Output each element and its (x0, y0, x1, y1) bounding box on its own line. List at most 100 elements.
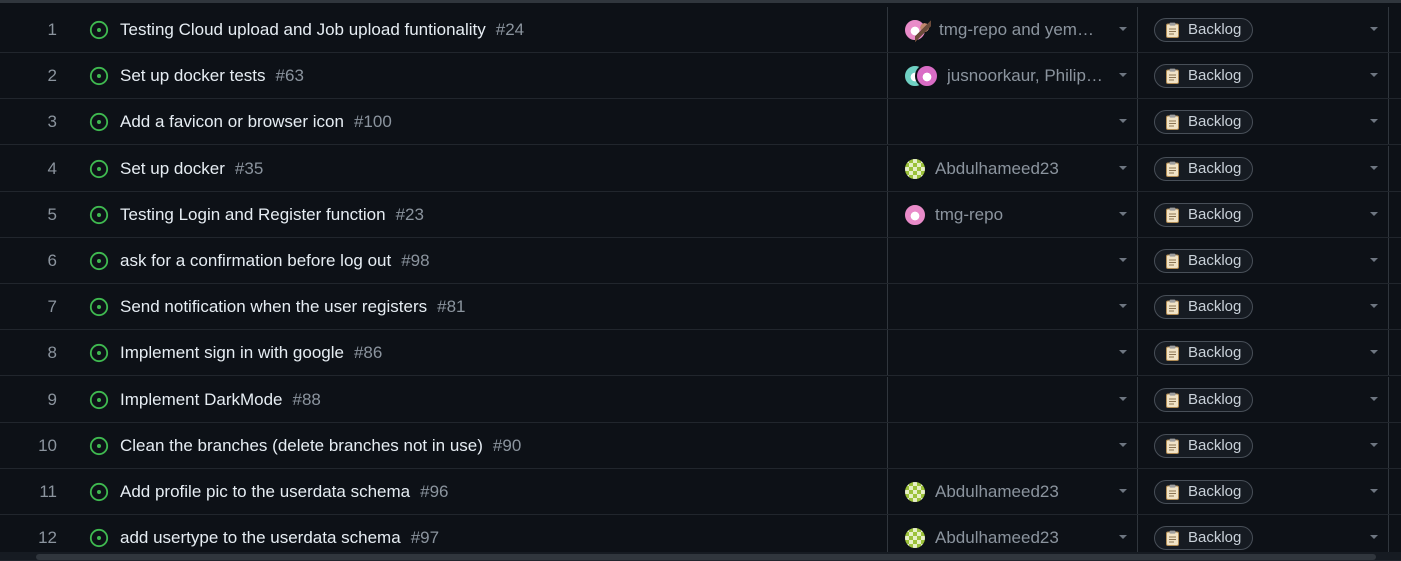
issue-title-link[interactable]: Implement sign in with google (120, 343, 344, 363)
status-badge[interactable]: Backlog (1154, 433, 1254, 458)
title-cell[interactable]: Send notification when the user register… (83, 284, 888, 329)
assignee-dropdown-caret-icon[interactable] (1119, 443, 1127, 447)
status-badge[interactable]: Backlog (1154, 479, 1254, 504)
assignees-cell[interactable] (889, 377, 1138, 422)
issue-title-link[interactable]: Clean the branches (delete branches not … (120, 436, 483, 456)
avatar (915, 17, 931, 42)
status-cell[interactable]: Backlog (1139, 53, 1389, 98)
issue-title-link[interactable]: Add profile pic to the userdata schema (120, 482, 410, 502)
table-row[interactable]: 3 Add a favicon or browser icon #100 Backlo… (0, 99, 1401, 145)
table-row[interactable]: 2 Set up docker tests #63 jusnoorkaur, Phil… (0, 53, 1401, 99)
status-cell[interactable]: Backlog (1139, 7, 1389, 52)
issue-title-link[interactable]: Implement DarkMode (120, 390, 283, 410)
table-row[interactable]: 8 Implement sign in with google #86 Backlog (0, 330, 1401, 376)
assignee-dropdown-caret-icon[interactable] (1119, 212, 1127, 216)
title-cell[interactable]: Implement sign in with google #86 (83, 330, 888, 375)
assignees-cell[interactable] (889, 99, 1138, 144)
status-badge[interactable]: Backlog (1154, 340, 1254, 365)
assignee-dropdown-caret-icon[interactable] (1119, 27, 1127, 31)
issue-title-link[interactable]: Set up docker (120, 159, 225, 179)
assignee-dropdown-caret-icon[interactable] (1119, 73, 1127, 77)
assignees-cell[interactable]: Abdulhameed23 (889, 469, 1138, 514)
title-cell[interactable]: Testing Cloud upload and Job upload funt… (83, 7, 888, 52)
status-badge[interactable]: Backlog (1154, 109, 1254, 134)
status-cell[interactable]: Backlog (1139, 330, 1389, 375)
assignees-cell[interactable]: jusnoorkaur, Philip… (889, 53, 1138, 98)
assignee-names: Abdulhameed23 (935, 158, 1059, 178)
assignees-cell[interactable] (889, 284, 1138, 329)
assignees-cell[interactable] (889, 238, 1138, 283)
assignee-dropdown-caret-icon[interactable] (1119, 166, 1127, 170)
issue-title-link[interactable]: Send notification when the user register… (120, 297, 427, 317)
assignee-dropdown-caret-icon[interactable] (1119, 350, 1127, 354)
assignee-dropdown-caret-icon[interactable] (1119, 304, 1127, 308)
status-dropdown-caret-icon[interactable] (1370, 73, 1378, 77)
clipboard-icon (1165, 345, 1180, 361)
status-cell[interactable]: Backlog (1139, 377, 1389, 422)
status-badge[interactable]: Backlog (1154, 63, 1254, 88)
status-dropdown-caret-icon[interactable] (1370, 350, 1378, 354)
issue-title-link[interactable]: Set up docker tests (120, 66, 266, 86)
status-dropdown-caret-icon[interactable] (1370, 304, 1378, 308)
table-row[interactable]: 10 Clean the branches (delete branches no… (0, 423, 1401, 469)
status-badge[interactable]: Backlog (1154, 248, 1254, 273)
status-dropdown-caret-icon[interactable] (1370, 489, 1378, 493)
assignees-cell[interactable] (889, 423, 1138, 468)
assignee-dropdown-caret-icon[interactable] (1119, 119, 1127, 123)
assignees-cell[interactable]: tmg-repo (889, 192, 1138, 237)
status-badge[interactable]: Backlog (1154, 525, 1254, 550)
table-row[interactable]: 5 Testing Login and Register function #23 t… (0, 192, 1401, 238)
title-cell[interactable]: ask for a confirmation before log out #98 (83, 238, 888, 283)
title-cell[interactable]: Testing Login and Register function #23 (83, 192, 888, 237)
assignees-cell[interactable]: Abdulhameed23 (889, 146, 1138, 191)
status-cell[interactable]: Backlog (1139, 238, 1389, 283)
title-cell[interactable]: Add a favicon or browser icon #100 (83, 99, 888, 144)
status-badge[interactable]: Backlog (1154, 294, 1254, 319)
table-row[interactable]: 4 Set up docker #35 Abdulhameed23 Backlog (0, 146, 1401, 192)
status-dropdown-caret-icon[interactable] (1370, 27, 1378, 31)
table-row[interactable]: 1 Testing Cloud upload and Job upload fun… (0, 7, 1401, 53)
clipboard-icon (1165, 22, 1180, 38)
status-cell[interactable]: Backlog (1139, 423, 1389, 468)
table-row[interactable]: 9 Implement DarkMode #88 Backlog (0, 377, 1401, 423)
assignees-cell[interactable]: tmg-repo and yem… (889, 7, 1138, 52)
clipboard-icon (1165, 530, 1180, 546)
status-dropdown-caret-icon[interactable] (1370, 258, 1378, 262)
status-badge[interactable]: Backlog (1154, 156, 1254, 181)
assignee-dropdown-caret-icon[interactable] (1119, 397, 1127, 401)
status-cell[interactable]: Backlog (1139, 469, 1389, 514)
assignee-avatars (903, 156, 927, 181)
assignee-dropdown-caret-icon[interactable] (1119, 258, 1127, 262)
issue-title-link[interactable]: add usertype to the userdata schema (120, 528, 401, 548)
status-dropdown-caret-icon[interactable] (1370, 535, 1378, 539)
status-dropdown-caret-icon[interactable] (1370, 212, 1378, 216)
table-row[interactable]: 6 ask for a confirmation before log out #9… (0, 238, 1401, 284)
status-cell[interactable]: Backlog (1139, 146, 1389, 191)
assignee-dropdown-caret-icon[interactable] (1119, 535, 1127, 539)
status-cell[interactable]: Backlog (1139, 192, 1389, 237)
issue-title-link[interactable]: Testing Cloud upload and Job upload funt… (120, 20, 486, 40)
issue-title-link[interactable]: Testing Login and Register function (120, 205, 386, 225)
issue-number: #100 (353, 111, 392, 131)
table-row[interactable]: 11 Add profile pic to the userdata schema… (0, 469, 1401, 515)
status-badge[interactable]: Backlog (1154, 202, 1254, 227)
assignees-cell[interactable] (889, 330, 1138, 375)
status-badge[interactable]: Backlog (1154, 17, 1254, 42)
title-cell[interactable]: Set up docker tests #63 (83, 53, 888, 98)
status-dropdown-caret-icon[interactable] (1370, 443, 1378, 447)
status-badge[interactable]: Backlog (1154, 387, 1254, 412)
status-dropdown-caret-icon[interactable] (1370, 166, 1378, 170)
title-cell[interactable]: Add profile pic to the userdata schema #9… (83, 469, 888, 514)
issue-title-link[interactable]: Add a favicon or browser icon (120, 112, 344, 132)
status-dropdown-caret-icon[interactable] (1370, 119, 1378, 123)
title-cell[interactable]: Set up docker #35 (83, 146, 888, 191)
issue-title-link[interactable]: ask for a confirmation before log out (120, 251, 391, 271)
title-cell[interactable]: Implement DarkMode #88 (83, 377, 888, 422)
horizontal-scrollbar[interactable] (36, 554, 1376, 560)
status-cell[interactable]: Backlog (1139, 284, 1389, 329)
title-cell[interactable]: Clean the branches (delete branches not … (83, 423, 888, 468)
table-row[interactable]: 7 Send notification when the user registe… (0, 284, 1401, 330)
status-cell[interactable]: Backlog (1139, 99, 1389, 144)
assignee-dropdown-caret-icon[interactable] (1119, 489, 1127, 493)
status-dropdown-caret-icon[interactable] (1370, 397, 1378, 401)
